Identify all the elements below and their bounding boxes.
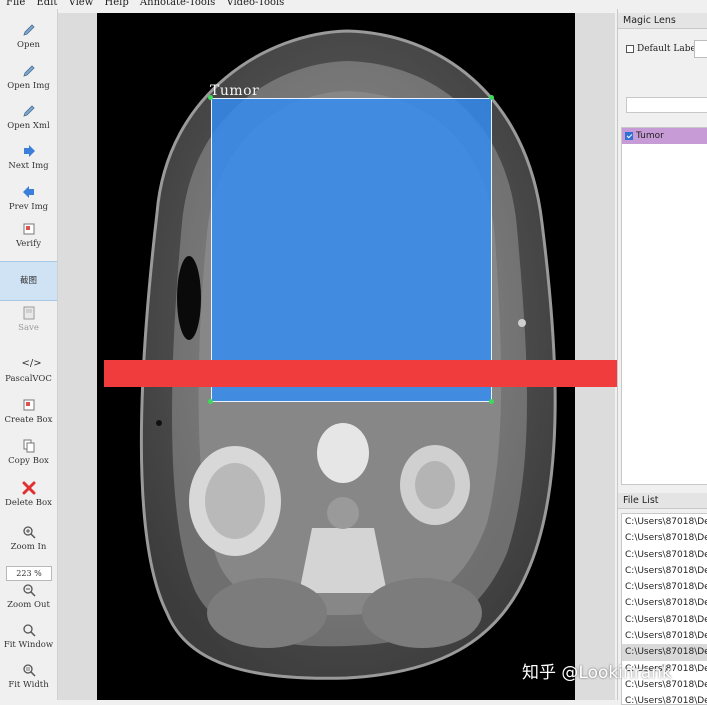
file-list-title: File List: [618, 493, 707, 509]
left-toolbar: Open Open Img Open Xml Next Img Prev Img…: [0, 9, 58, 700]
default-label-input[interactable]: [694, 40, 707, 58]
menu-bar: File Edit View Help Annotate-Tools Video…: [0, 0, 707, 9]
copy-icon: [22, 439, 36, 453]
redaction-bar: [104, 360, 660, 387]
right-panel: Magic Lens Default Label Tumor File List…: [617, 9, 707, 705]
fit-width-button[interactable]: Fit Width: [0, 663, 57, 690]
create-box-button[interactable]: Create Box: [0, 398, 57, 425]
save-button[interactable]: Save: [0, 306, 57, 333]
pencil-icon: [22, 104, 36, 118]
watermark: 知乎 @Lookinrank: [522, 663, 672, 683]
crop-button[interactable]: 截图: [0, 261, 57, 301]
default-label-checkbox[interactable]: Default Label: [626, 44, 699, 54]
pencil-icon: [22, 23, 36, 37]
delete-box-button[interactable]: Delete Box: [0, 481, 57, 508]
file-list-item[interactable]: C:\Users\87018\Deskto: [622, 628, 707, 644]
code-icon: </>: [21, 358, 42, 369]
checkbox-icon[interactable]: [626, 44, 634, 53]
open-img-button[interactable]: Open Img: [0, 64, 57, 91]
tumor-bounding-box[interactable]: [211, 98, 492, 402]
fit-window-icon: [22, 623, 36, 637]
zoom-out-button[interactable]: Zoom Out: [0, 583, 57, 610]
menu-video-tools[interactable]: Video-Tools: [226, 0, 284, 8]
save-icon: [22, 306, 36, 320]
next-img-button[interactable]: Next Img: [0, 144, 57, 171]
magic-lens-title: Magic Lens: [618, 13, 707, 29]
delete-icon: [22, 481, 36, 495]
file-list-item[interactable]: C:\Users\87018\Deskto: [622, 595, 707, 611]
arrow-right-icon: [22, 144, 36, 158]
label-item-text: Tumor: [636, 131, 664, 141]
zoom-in-button[interactable]: Zoom In: [0, 525, 57, 552]
file-list-item[interactable]: C:\Users\87018\Deskto: [622, 693, 707, 704]
label-item-tumor[interactable]: Tumor: [622, 128, 707, 144]
menu-edit[interactable]: Edit: [36, 0, 57, 8]
file-list-item[interactable]: C:\Users\87018\Deskto: [622, 563, 707, 579]
open-xml-button[interactable]: Open Xml: [0, 104, 57, 131]
bbox-handle-bottom-left[interactable]: [208, 399, 213, 404]
open-button[interactable]: Open: [0, 23, 57, 50]
bbox-handle-top-right[interactable]: [489, 95, 494, 100]
menu-annotate-tools[interactable]: Annotate-Tools: [140, 0, 215, 8]
pascal-voc-button[interactable]: </> PascalVOC: [0, 357, 57, 384]
default-label-text: Default Label: [637, 44, 699, 54]
arrow-left-icon: [22, 185, 36, 199]
zoom-level-field[interactable]: 223 %: [6, 566, 52, 581]
copy-box-button[interactable]: Copy Box: [0, 439, 57, 466]
fit-window-button[interactable]: Fit Window: [0, 623, 57, 650]
checked-checkbox-icon[interactable]: [625, 131, 633, 140]
file-list-item[interactable]: C:\Users\87018\Deskto: [622, 530, 707, 546]
pencil-icon: [22, 64, 36, 78]
prev-img-button[interactable]: Prev Img: [0, 185, 57, 212]
file-list-item[interactable]: C:\Users\87018\Deskto: [622, 514, 707, 530]
label-edit-field[interactable]: [626, 97, 707, 113]
menu-help[interactable]: Help: [104, 0, 128, 8]
create-box-icon: [22, 398, 36, 412]
verify-icon: [22, 222, 36, 236]
file-list-item[interactable]: C:\Users\87018\Deskto: [622, 579, 707, 595]
menu-file[interactable]: File: [6, 0, 25, 8]
file-list-item[interactable]: C:\Users\87018\Deskto: [622, 547, 707, 563]
bbox-handle-bottom-right[interactable]: [489, 399, 494, 404]
verify-button[interactable]: Verify: [0, 222, 57, 249]
file-list-item[interactable]: C:\Users\87018\Deskto: [622, 612, 707, 628]
fit-width-icon: [22, 663, 36, 677]
label-list[interactable]: Tumor: [621, 127, 707, 485]
zoom-in-icon: [22, 525, 36, 539]
bbox-label: Tumor: [210, 83, 260, 99]
menu-view[interactable]: View: [69, 0, 94, 8]
zoom-out-icon: [22, 583, 36, 597]
